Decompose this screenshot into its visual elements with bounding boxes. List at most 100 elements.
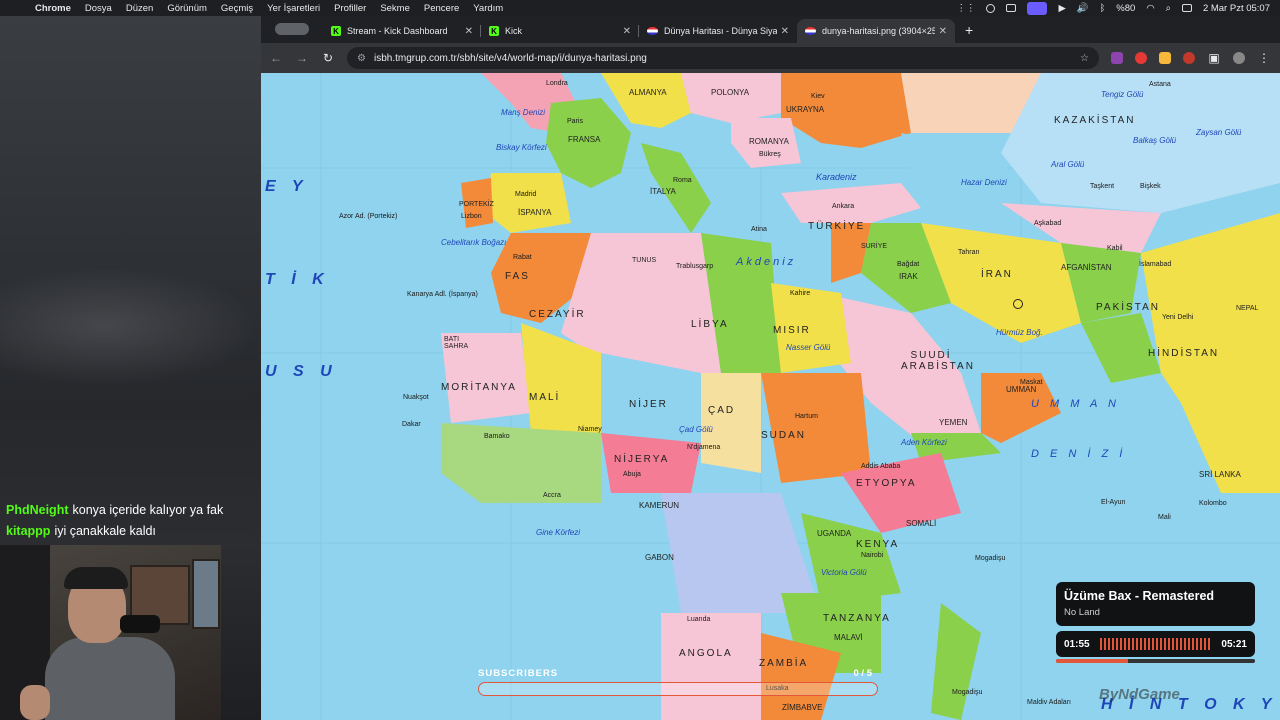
extension-icon[interactable] xyxy=(1183,52,1195,64)
close-icon[interactable]: ✕ xyxy=(623,26,631,37)
menubar-status-area: ⋮⋮ ▶ 🔊 ᛒ %80 ◠ ⌕ 2 Mar Pzt 05:07 xyxy=(956,1,1280,15)
country-label: ÇAD xyxy=(708,405,736,416)
control-center-icon[interactable] xyxy=(1181,4,1192,12)
country-label: PAKİSTAN xyxy=(1096,302,1160,313)
chat-message: kitappp iyi çanakkale kaldı xyxy=(6,521,256,542)
city-label: Luanda xyxy=(687,616,711,623)
country-label: TANZANYA xyxy=(823,613,891,624)
extensions-puzzle-icon[interactable]: ▣ xyxy=(1207,51,1221,65)
now-playing-widget: Üzüme Bax - Remastered No Land 01:55 05:… xyxy=(1056,582,1255,670)
wifi-icon[interactable]: ◠ xyxy=(1146,3,1154,14)
waveform-icon xyxy=(1099,638,1212,650)
site-info-icon[interactable]: ⚙ xyxy=(357,53,366,64)
country-label: GABON xyxy=(645,553,674,562)
new-tab-button[interactable]: + xyxy=(965,22,973,38)
menu-gecmis[interactable]: Geçmiş xyxy=(214,3,260,14)
tab-kick-dashboard[interactable]: K Stream - Kick Dashboard ✕ xyxy=(323,19,481,43)
menu-yardim[interactable]: Yardım xyxy=(466,3,510,14)
country-label: ZİMBABVE xyxy=(782,703,823,712)
country-label: MISIR xyxy=(773,325,811,336)
city-label: Hartum xyxy=(795,413,818,420)
extension-icon[interactable] xyxy=(1135,52,1147,64)
country-label: AFGANİSTAN xyxy=(1061,263,1112,272)
sea-label: Çad Gölü xyxy=(679,425,713,434)
tab-strip: K Stream - Kick Dashboard ✕ K Kick ✕ Dün… xyxy=(261,16,1280,43)
chat-username: kitappp xyxy=(6,524,51,538)
sea-label: Balkaş Gölü xyxy=(1133,136,1177,145)
close-icon[interactable]: ✕ xyxy=(939,26,947,37)
screen-icon[interactable] xyxy=(1006,4,1017,12)
volume-icon[interactable]: 🔊 xyxy=(1077,3,1089,14)
record-icon[interactable] xyxy=(986,3,996,13)
country-label: ALMANYA xyxy=(629,88,667,97)
city-label: Atina xyxy=(751,226,767,233)
menu-kebab-icon[interactable]: ⋮ xyxy=(1257,51,1271,65)
extension-icon[interactable] xyxy=(1159,52,1171,64)
city-label: N'djamena xyxy=(687,444,721,451)
country-label: LİBYA xyxy=(691,319,729,330)
active-app-icon[interactable] xyxy=(1027,1,1048,15)
webcam-person-body xyxy=(45,637,175,720)
bookmark-star-icon[interactable]: ☆ xyxy=(1080,53,1089,64)
menu-duzen[interactable]: Düzen xyxy=(119,3,160,14)
sea-label: Gine Körfezi xyxy=(536,528,581,537)
ocean-label: U S U xyxy=(265,363,338,380)
menubar-clock[interactable]: 2 Mar Pzt 05:07 xyxy=(1203,3,1270,14)
menu-yer-isaretleri[interactable]: Yer İşaretleri xyxy=(260,3,327,14)
background-haze xyxy=(0,266,261,386)
profile-avatar-icon[interactable] xyxy=(1233,52,1245,64)
city-label: Abuja xyxy=(623,471,641,478)
play-icon[interactable]: ▶ xyxy=(1058,3,1065,14)
sea-label: Akdeniz xyxy=(736,256,797,268)
country-label: NEPAL xyxy=(1236,305,1259,312)
menu-sekme[interactable]: Sekme xyxy=(373,3,417,14)
bluetooth-icon[interactable]: ᛒ xyxy=(1100,3,1106,14)
country-label: BATI SAHRA xyxy=(444,336,469,350)
tab-dunya-haritasi-png[interactable]: dunya-haritasi.png (3904×25 ✕ xyxy=(797,19,955,43)
city-label: Madrid xyxy=(515,191,537,198)
menu-gorunum[interactable]: Görünüm xyxy=(160,3,214,14)
grid-icon[interactable]: ⋮⋮ xyxy=(956,3,975,14)
city-label: Mogadişu xyxy=(975,555,1006,562)
city-label: İslamabad xyxy=(1139,261,1172,268)
menu-profiller[interactable]: Profiller xyxy=(327,3,373,14)
country-label: SOMALİ xyxy=(906,519,937,528)
tab-kick[interactable]: K Kick ✕ xyxy=(481,19,639,43)
close-icon[interactable]: ✕ xyxy=(465,26,473,37)
url-text[interactable]: isbh.tmgrup.com.tr/sbh/site/v4/world-map… xyxy=(374,53,647,64)
reload-button[interactable]: ↻ xyxy=(321,51,335,65)
extension-icon[interactable] xyxy=(1111,52,1123,64)
close-icon[interactable]: ✕ xyxy=(781,26,789,37)
tab-title: Dünya Haritası - Dünya Siyas xyxy=(664,26,777,36)
subscriber-goal-label: SUBSCRIBERS xyxy=(478,668,559,679)
city-label: Yeni Delhi xyxy=(1162,314,1194,321)
sea-label: Aral Gölü xyxy=(1051,160,1085,169)
address-bar[interactable]: ⚙ isbh.tmgrup.com.tr/sbh/site/v4/world-m… xyxy=(347,47,1099,69)
sea-label: Aden Körfezi xyxy=(901,438,947,447)
tab-dunya-haritasi[interactable]: Dünya Haritası - Dünya Siyas ✕ xyxy=(639,19,797,43)
back-button[interactable]: ← xyxy=(269,51,283,65)
menu-dosya[interactable]: Dosya xyxy=(78,3,119,14)
city-label: Addis Ababa xyxy=(861,463,901,470)
forward-button[interactable]: → xyxy=(295,51,309,65)
tab-group-pill[interactable] xyxy=(275,23,309,35)
country-label: SRİ LANKA xyxy=(1199,470,1241,479)
flag-icon xyxy=(647,27,658,35)
menu-app-name[interactable]: Chrome xyxy=(28,3,78,14)
sea-label: Nasser Gölü xyxy=(786,343,831,352)
chat-overlay: PhdNeight konya içeride kalıyor ya fak ki… xyxy=(6,500,256,542)
city-label: Taşkent xyxy=(1090,183,1115,190)
city-label: Bişkek xyxy=(1140,183,1161,190)
battery-label[interactable]: %80 xyxy=(1116,3,1135,14)
city-label: Accra xyxy=(543,492,561,499)
map-region-poland xyxy=(681,73,781,123)
spotlight-icon[interactable]: ⌕ xyxy=(1166,3,1171,14)
country-label: MALAVİ xyxy=(834,633,863,642)
city-label: Mogadişu xyxy=(952,689,983,696)
total-time: 05:21 xyxy=(1221,638,1247,650)
subscriber-goal: SUBSCRIBERS 0 / 5 xyxy=(478,668,878,696)
city-label: Azor Ad. (Portekiz) xyxy=(339,213,398,220)
city-label: Mali xyxy=(1158,514,1171,521)
menu-pencere[interactable]: Pencere xyxy=(417,3,466,14)
city-label: Kanarya Adl. (İspanya) xyxy=(407,291,478,298)
